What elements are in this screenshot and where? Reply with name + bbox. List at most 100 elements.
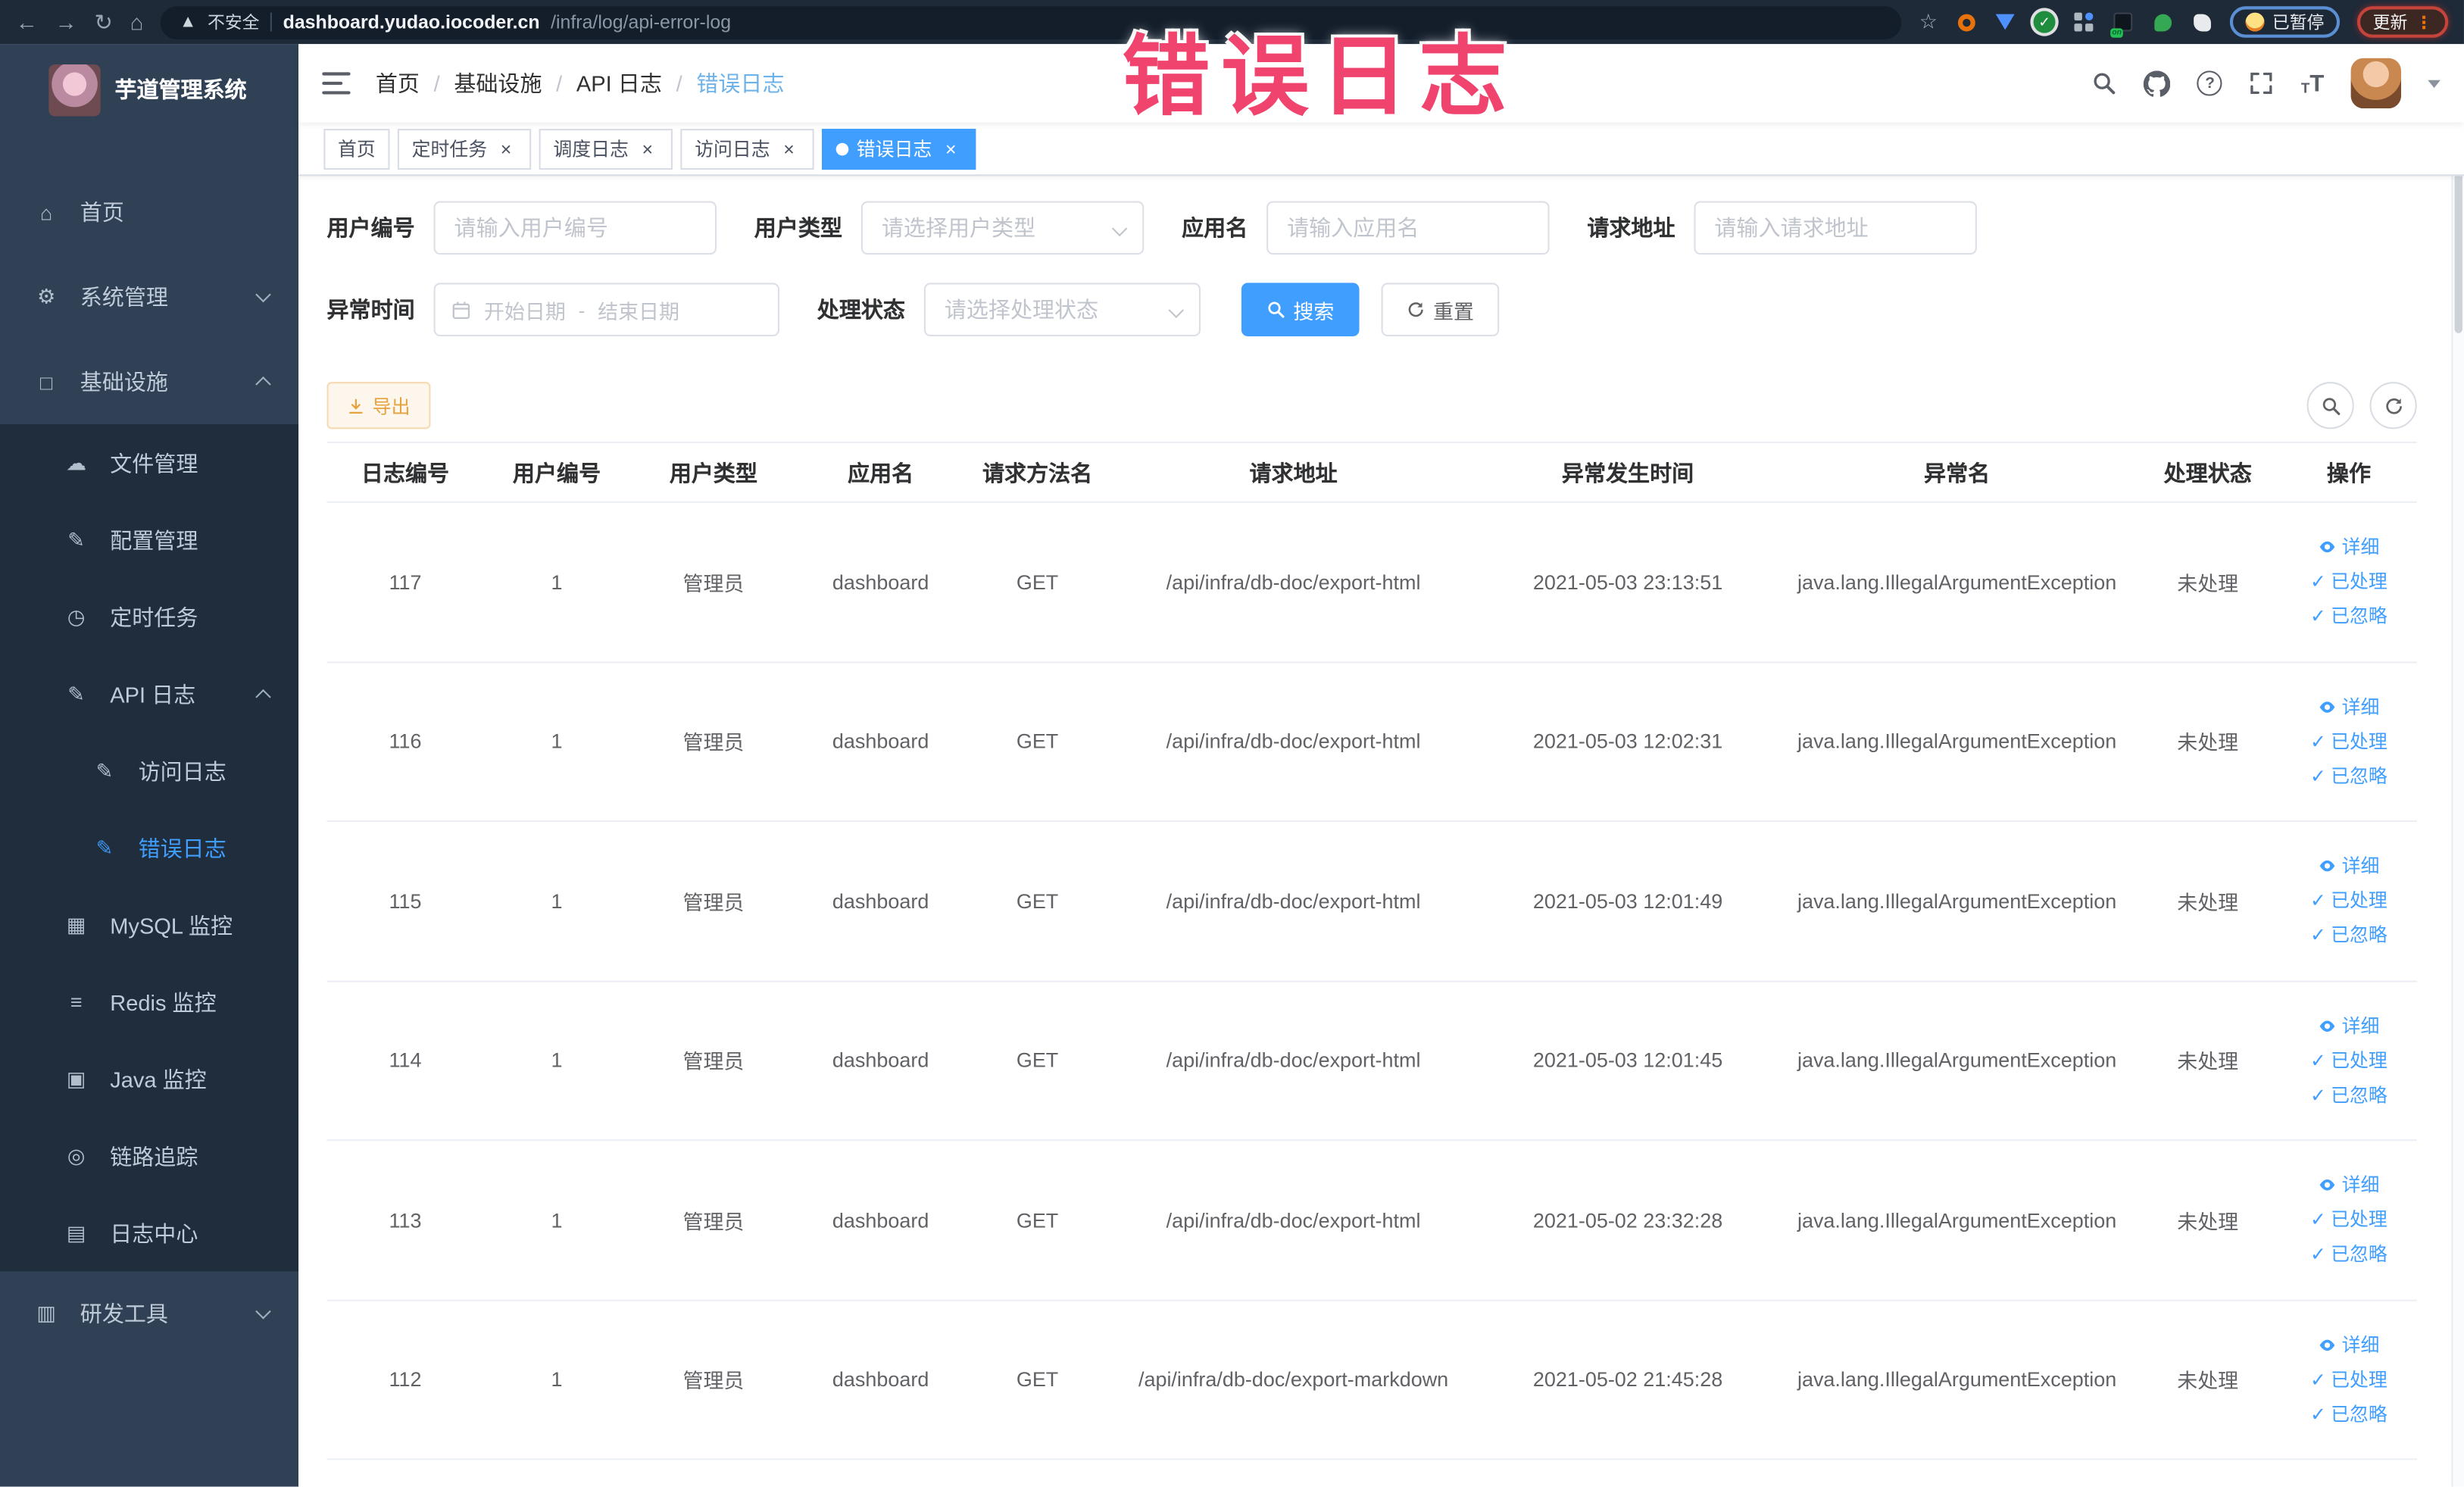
java-monitor-icon: ▣ <box>66 1066 86 1090</box>
tab-close-icon[interactable]: × <box>778 138 800 160</box>
tab-scheduled-tasks[interactable]: 定时任务 × <box>397 128 532 170</box>
action-label: 已忽略 <box>2331 1083 2387 1106</box>
sidebar-item-log-center[interactable]: ▤ 日志中心 <box>0 1194 299 1272</box>
exception-time-range-picker[interactable]: 开始日期 - 结束日期 <box>433 283 780 336</box>
sidebar-item-label: 研发工具 <box>80 1301 168 1326</box>
github-icon[interactable] <box>2144 70 2171 96</box>
sidebar-item-mysql-monitor[interactable]: ▦ MySQL 监控 <box>0 886 299 964</box>
mark-ignored-link[interactable]: ✓ 已忽略 <box>2310 1400 2387 1428</box>
breadcrumb-infrastructure[interactable]: 基础设施 <box>454 67 542 98</box>
process-status-select[interactable] <box>923 283 1201 336</box>
bookmark-star-icon[interactable]: ☆ <box>1919 9 1938 34</box>
tab-close-icon[interactable]: × <box>940 138 962 160</box>
reload-icon[interactable]: ↻ <box>94 11 112 33</box>
export-button[interactable]: 导出 <box>326 382 431 430</box>
sidebar-item-redis-monitor[interactable]: ≡ Redis 监控 <box>0 963 299 1041</box>
toggle-search-button[interactable] <box>2306 382 2354 430</box>
eye-icon <box>2320 542 2335 553</box>
extension-icon-grid[interactable] <box>2072 11 2094 33</box>
action-label: 已忽略 <box>2331 605 2387 628</box>
browser-menu-icon[interactable]: ⋮ <box>2416 12 2433 33</box>
mark-ignored-link[interactable]: ✓ 已忽略 <box>2310 921 2387 949</box>
mark-processed-link[interactable]: ✓ 已处理 <box>2310 887 2387 915</box>
cell-user-id: 1 <box>551 729 563 754</box>
cell-process-status: 未处理 <box>2177 1369 2239 1393</box>
tab-close-icon[interactable]: × <box>636 138 658 160</box>
page-content: 用户编号 用户类型 应用名 请求 <box>298 176 2464 1487</box>
window-scrollbar[interactable] <box>2451 88 2464 1487</box>
user-id-input[interactable] <box>433 201 717 255</box>
request-url-input[interactable] <box>1694 201 1977 255</box>
search-button[interactable]: 搜索 <box>1241 283 1360 336</box>
font-size-icon[interactable]: TT <box>2301 71 2324 95</box>
user-type-select-input[interactable] <box>860 201 1145 255</box>
column-header-app-name: 应用名 <box>848 459 914 486</box>
help-icon[interactable]: ? <box>2197 70 2223 96</box>
fullscreen-icon[interactable] <box>2249 70 2274 95</box>
tab-close-icon[interactable]: × <box>495 138 517 160</box>
sidebar-item-home[interactable]: ⌂ 首页 <box>0 170 299 255</box>
extension-icon-sprout[interactable] <box>2151 11 2173 33</box>
mark-processed-link[interactable]: ✓ 已处理 <box>2310 567 2387 595</box>
back-icon[interactable]: ← <box>16 11 38 33</box>
breadcrumb-api-log[interactable]: API 日志 <box>576 67 662 98</box>
mark-processed-link[interactable]: ✓ 已处理 <box>2310 1046 2387 1074</box>
mark-ignored-link[interactable]: ✓ 已忽略 <box>2310 602 2387 630</box>
sidebar-logo[interactable]: 芋道管理系统 <box>0 44 298 135</box>
config-manage-icon: ✎ <box>67 527 85 551</box>
sidebar-item-error-log[interactable]: ✎ 错误日志 <box>0 809 299 887</box>
extension-icon-shield[interactable] <box>1994 11 2016 33</box>
detail-link[interactable]: 详细 <box>2318 1171 2379 1199</box>
extension-icon-switch[interactable]: on <box>2110 11 2134 38</box>
tab-error-log[interactable]: 错误日志 × <box>822 128 976 170</box>
detail-link[interactable]: 详细 <box>2318 533 2379 561</box>
sidebar-item-scheduled-tasks[interactable]: ◷ 定时任务 <box>0 578 299 656</box>
sidebar-item-java-monitor[interactable]: ▣ Java 监控 <box>0 1040 299 1118</box>
sidebar-item-api-log[interactable]: ✎ API 日志 <box>0 655 299 733</box>
request-url-label: 请求地址 <box>1587 215 1675 241</box>
detail-link[interactable]: 详细 <box>2318 1331 2379 1359</box>
detail-link[interactable]: 详细 <box>2318 852 2379 880</box>
table-row: 114 1 管理员 dashboard GET/api/infra/db-doc/exp… <box>326 982 2417 1142</box>
start-date-placeholder: 开始日期 <box>483 299 566 323</box>
sidebar-item-dev-tools[interactable]: ▥ 研发工具 <box>0 1271 299 1357</box>
paused-badge[interactable]: 已暂停 <box>2229 6 2341 38</box>
sidebar-item-access-log[interactable]: ✎ 访问日志 <box>0 732 299 810</box>
update-button[interactable]: 更新 ⋮ <box>2356 6 2449 38</box>
detail-link[interactable]: 详细 <box>2318 692 2379 720</box>
reset-button[interactable]: 重置 <box>1381 283 1500 336</box>
extension-icon-check[interactable]: ✓ <box>2033 11 2056 33</box>
extension-icon-puzzle[interactable] <box>2191 11 2213 33</box>
sidebar-item-file-management[interactable]: ☁ 文件管理 <box>0 424 299 501</box>
forward-icon[interactable]: → <box>55 11 77 33</box>
tab-schedule-log[interactable]: 调度日志 × <box>539 128 673 170</box>
mark-processed-link[interactable]: ✓ 已处理 <box>2310 1206 2387 1234</box>
sidebar-item-system-management[interactable]: ⚙ 系统管理 <box>0 255 299 340</box>
tab-access-log[interactable]: 访问日志 × <box>680 128 814 170</box>
sidebar-item-trace[interactable]: ◎ 链路追踪 <box>0 1117 299 1195</box>
chevron-down-icon[interactable] <box>2428 79 2441 88</box>
mark-ignored-link[interactable]: ✓ 已忽略 <box>2310 762 2387 790</box>
mark-ignored-link[interactable]: ✓ 已忽略 <box>2310 1240 2387 1268</box>
mark-processed-link[interactable]: ✓ 已处理 <box>2310 727 2387 755</box>
mark-processed-link[interactable]: ✓ 已处理 <box>2310 1365 2387 1393</box>
refresh-table-button[interactable] <box>2369 382 2417 430</box>
tab-home[interactable]: 首页 <box>323 128 390 170</box>
mark-ignored-link[interactable]: ✓ 已忽略 <box>2310 1081 2387 1109</box>
extension-icon-ring[interactable] <box>1955 11 1977 33</box>
process-status-select-input[interactable] <box>923 283 1201 336</box>
search-icon[interactable] <box>2092 70 2117 95</box>
hamburger-icon[interactable] <box>322 72 351 95</box>
breadcrumb-home[interactable]: 首页 <box>376 67 420 98</box>
sidebar-item-config-management[interactable]: ✎ 配置管理 <box>0 501 299 579</box>
sidebar-item-label: MySQL 监控 <box>110 912 233 938</box>
app-name-input[interactable] <box>1266 201 1550 255</box>
avatar[interactable] <box>2350 58 2401 109</box>
home-icon[interactable]: ⌂ <box>130 11 144 33</box>
cell-user-type: 管理员 <box>682 731 745 755</box>
sidebar-item-infrastructure[interactable]: □ 基础设施 <box>0 339 299 425</box>
detail-link[interactable]: 详细 <box>2318 1012 2379 1040</box>
column-header-log-id: 日志编号 <box>361 459 450 486</box>
user-type-select[interactable] <box>860 201 1145 255</box>
address-bar[interactable]: ▲ 不安全 dashboard.yudao.iocoder.cn /infra/… <box>161 5 1902 39</box>
